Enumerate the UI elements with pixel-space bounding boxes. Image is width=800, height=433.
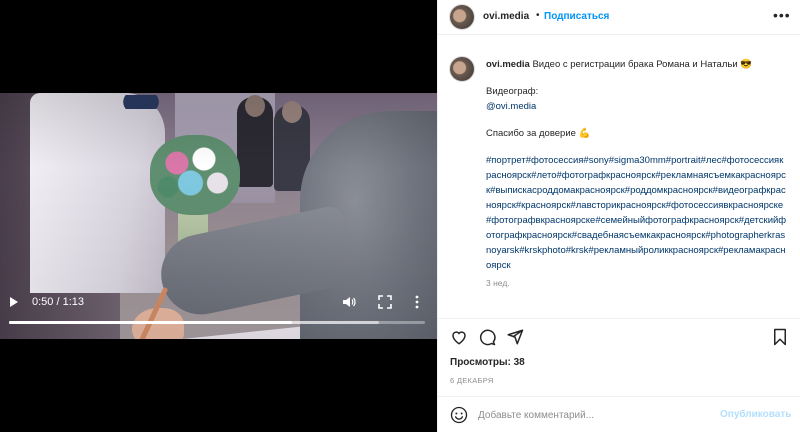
post-date: 6 ДЕКАБРЯ [450, 376, 494, 385]
videographer-label: Видеограф: [486, 86, 539, 97]
comment-input[interactable] [478, 407, 708, 423]
views-number: 38 [513, 357, 525, 368]
volume-icon[interactable] [342, 295, 356, 309]
video-controls: 0:50 / 1:13 [0, 290, 437, 330]
comment-bar: Опубликовать [438, 396, 800, 433]
views-label: Просмотры: [450, 357, 511, 368]
video-progress-bar[interactable] [9, 321, 425, 324]
avatar[interactable] [450, 5, 474, 29]
more-vertical-icon[interactable] [414, 295, 420, 309]
header-separator: • [536, 10, 540, 21]
avatar[interactable] [450, 57, 474, 81]
header-username[interactable]: ovi.media [483, 11, 529, 22]
view-count[interactable]: Просмотры: 38 [450, 357, 525, 368]
emoji-icon[interactable] [450, 406, 468, 424]
post-sidebar: ovi.media • Подписаться ••• ovi.media Ви… [437, 0, 800, 432]
video-progress-fill [9, 321, 292, 324]
follow-button[interactable]: Подписаться [544, 11, 609, 22]
thanks-text: Спасибо за доверие [486, 128, 576, 139]
caption-text: ovi.media Видео с регистрации брака Рома… [486, 57, 788, 273]
comment-icon[interactable] [478, 328, 496, 346]
post-header: ovi.media • Подписаться ••• [438, 0, 800, 35]
share-icon[interactable] [506, 328, 524, 346]
caption-username[interactable]: ovi.media [486, 59, 530, 70]
hashtag-list[interactable]: #портрет#фотосессия#sony#sigma30mm#portr… [486, 153, 788, 273]
heart-icon[interactable] [450, 328, 468, 346]
caption-timestamp[interactable]: 3 нед. [486, 278, 510, 288]
caption-body: Видео с регистрации брака Романа и Натал… [532, 59, 738, 70]
caption-area: ovi.media Видео с регистрации брака Рома… [438, 35, 800, 317]
bookmark-icon[interactable] [771, 328, 789, 346]
publish-button[interactable]: Опубликовать [720, 409, 791, 420]
play-icon[interactable] [10, 297, 18, 307]
caption-emoji: 😎 [740, 59, 753, 70]
video-player[interactable]: 0:50 / 1:13 [0, 0, 437, 432]
fullscreen-icon[interactable] [378, 295, 392, 309]
thanks-emoji: 💪 [578, 128, 591, 139]
more-options-icon[interactable]: ••• [773, 8, 791, 22]
mention-link[interactable]: @ovi.media [486, 99, 788, 114]
action-bar [438, 318, 800, 353]
video-time: 0:50 / 1:13 [32, 296, 84, 308]
